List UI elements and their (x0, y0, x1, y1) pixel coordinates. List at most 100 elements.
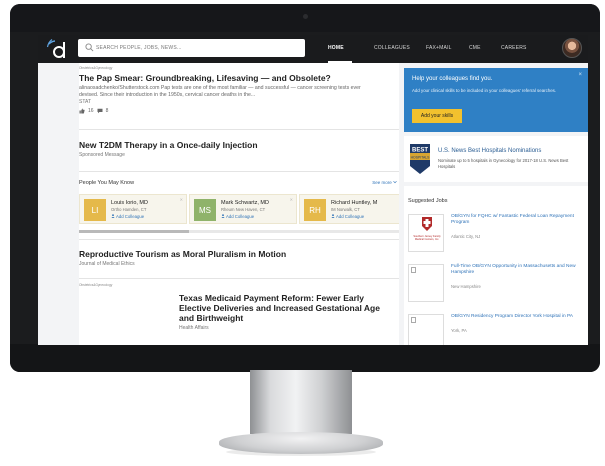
add-person-icon (331, 214, 335, 218)
person-location: IM Norwalk, CT (331, 207, 360, 212)
suggested-jobs: Suggested Jobs Southern Jersey Family Me… (404, 186, 588, 345)
see-more-link[interactable]: See more (372, 180, 397, 185)
monitor-bottom-bezel (10, 344, 600, 372)
sponsored-label: Sponsored Message (79, 152, 125, 158)
close-icon[interactable]: × (578, 72, 582, 78)
chevron-down-icon (393, 180, 397, 184)
divider (79, 239, 399, 240)
employer-logo (408, 264, 444, 302)
suggested-jobs-title: Suggested Jobs (408, 198, 448, 204)
add-colleague-button[interactable]: Add Colleague (331, 214, 364, 219)
webcam (303, 14, 308, 19)
add-person-icon (111, 214, 115, 218)
person-initials-avatar: LI (84, 199, 106, 221)
article-headline[interactable]: Texas Medicaid Payment Reform: Fewer Ear… (179, 293, 384, 323)
person-card[interactable]: RH Richard Huntley, M IM Norwalk, CT Add… (299, 194, 399, 224)
person-location: Rheum New Haven, CT (221, 207, 266, 212)
employer-logo (408, 314, 444, 345)
best-hospitals-title[interactable]: U.S. News Best Hospitals Nominations (438, 148, 541, 154)
broken-image-icon (411, 267, 416, 273)
employer-logo: Southern Jersey Family Medical Centers, … (408, 214, 444, 252)
sponsored-headline[interactable]: New T2DM Therapy in a Once-daily Injecti… (79, 140, 399, 150)
close-icon[interactable]: ✕ (180, 197, 183, 202)
job-listing[interactable]: Full-Time OB/GYN Opportunity in Massachu… (408, 264, 586, 308)
best-hospitals-text: Nominate up to 5 hospitals in Gynecology… (438, 158, 569, 169)
employer-logo-text: Southern Jersey Family Medical Centers, … (413, 235, 441, 242)
person-name[interactable]: Mark Schwartz, MD (221, 200, 269, 206)
scrollbar-thumb[interactable] (79, 230, 189, 233)
article-thumbnail[interactable] (79, 303, 139, 343)
person-name[interactable]: Louis Iorio, MD (111, 200, 148, 206)
article-headline[interactable]: Reproductive Tourism as Moral Pluralism … (79, 249, 399, 259)
screen: HOME COLLEAGUES FAX+MAIL CME CAREERS Obs… (38, 35, 588, 345)
promo-title: Help your colleagues find you. (412, 76, 493, 82)
news-feed: Obstetrics&Gynecology The Pap Smear: Gro… (79, 63, 399, 345)
person-initials-avatar: RH (304, 199, 326, 221)
job-title[interactable]: OB/GYN Residency Program Director York H… (451, 314, 579, 320)
job-location: York, PA (451, 328, 467, 333)
monitor-stand-base (219, 432, 383, 454)
doximity-logo-icon[interactable] (46, 38, 70, 60)
article-headline[interactable]: The Pap Smear: Groundbreaking, Lifesavin… (79, 73, 399, 83)
nav-colleagues[interactable]: COLLEAGUES (374, 45, 410, 51)
nav-cme[interactable]: CME (469, 45, 481, 51)
feed-card-article: Reproductive Tourism as Moral Pluralism … (79, 249, 399, 277)
user-avatar[interactable] (562, 38, 582, 58)
article-reactions: 16 8 (79, 108, 399, 114)
job-listing[interactable]: OB/GYN Residency Program Director York H… (408, 314, 586, 345)
add-colleague-button[interactable]: Add Colleague (111, 214, 144, 219)
top-navigation-bar: HOME COLLEAGUES FAX+MAIL CME CAREERS (38, 35, 588, 63)
job-title[interactable]: OB/GYN for FQHC w/ Fantastic Federal Loa… (451, 214, 579, 226)
add-colleague-button[interactable]: Add Colleague (221, 214, 254, 219)
add-colleague-label: Add Colleague (335, 214, 365, 219)
badge-line-2: HOSPITALS (411, 155, 431, 159)
comments-count: 8 (105, 108, 109, 115)
person-card[interactable]: MS Mark Schwartz, MD Rheum New Haven, CT… (189, 194, 297, 224)
broken-image-icon (411, 317, 416, 323)
feed-card-article: Obstetrics&Gynecology Texas Medicaid Pay… (79, 283, 399, 345)
search-input[interactable] (96, 39, 296, 57)
nav-fax-mail[interactable]: FAX+MAIL (426, 45, 452, 51)
divider (79, 278, 399, 279)
badge-line-1: BEST (412, 148, 428, 154)
likes-count: 16 (88, 108, 94, 115)
add-colleague-label: Add Colleague (115, 214, 145, 219)
pymk-title: People You May Know (79, 180, 135, 186)
people-you-may-know: People You May Know See more LI Louis Io… (79, 180, 399, 236)
person-initials-avatar: MS (194, 199, 216, 221)
article-tag: Obstetrics&Gynecology (79, 283, 113, 287)
monitor-frame: HOME COLLEAGUES FAX+MAIL CME CAREERS Obs… (10, 4, 600, 372)
feed-card-article: Obstetrics&Gynecology The Pap Smear: Gro… (79, 63, 399, 127)
employer-emblem-icon (422, 217, 432, 231)
article-tag: Obstetrics&Gynecology (79, 66, 113, 70)
nav-home[interactable]: HOME (328, 45, 344, 51)
job-listing[interactable]: Southern Jersey Family Medical Centers, … (408, 214, 586, 258)
best-hospitals-box: BEST HOSPITALS U.S. News Best Hospitals … (404, 136, 588, 182)
feed-card-sponsored: New T2DM Therapy in a Once-daily Injecti… (79, 140, 399, 170)
comment-icon[interactable] (97, 108, 103, 114)
article-source: Health Affairs (179, 325, 209, 331)
person-card[interactable]: LI Louis Iorio, MD Ortho Hamden, CT Add … (79, 194, 187, 224)
thumbs-up-icon[interactable] (79, 108, 85, 114)
article-snippet: alinaosadchenko/Shutterstock.com Pap tes… (79, 85, 361, 98)
article-source: Journal of Medical Ethics (79, 261, 135, 267)
promo-text: Add your clinical skills to be included … (412, 88, 557, 93)
pymk-horizontal-scrollbar[interactable] (79, 230, 399, 233)
search-box (78, 39, 305, 57)
person-name[interactable]: Richard Huntley, M (331, 200, 377, 206)
add-skills-button[interactable]: Add your skills (412, 109, 462, 123)
skills-promo: × Help your colleagues find you. Add you… (404, 68, 588, 132)
nav-careers[interactable]: CAREERS (501, 45, 527, 51)
see-more-label: See more (372, 180, 392, 185)
close-icon[interactable]: ✕ (290, 197, 293, 202)
divider (79, 171, 399, 172)
search-icon (85, 43, 94, 52)
job-title[interactable]: Full-Time OB/GYN Opportunity in Massachu… (451, 264, 579, 276)
right-rail: × Help your colleagues find you. Add you… (404, 63, 588, 345)
add-person-icon (221, 214, 225, 218)
person-location: Ortho Hamden, CT (111, 207, 147, 212)
add-colleague-label: Add Colleague (225, 214, 255, 219)
best-hospitals-badge-icon: BEST HOSPITALS (410, 144, 431, 174)
divider (79, 129, 399, 130)
job-location: New Hampshire (451, 284, 481, 289)
